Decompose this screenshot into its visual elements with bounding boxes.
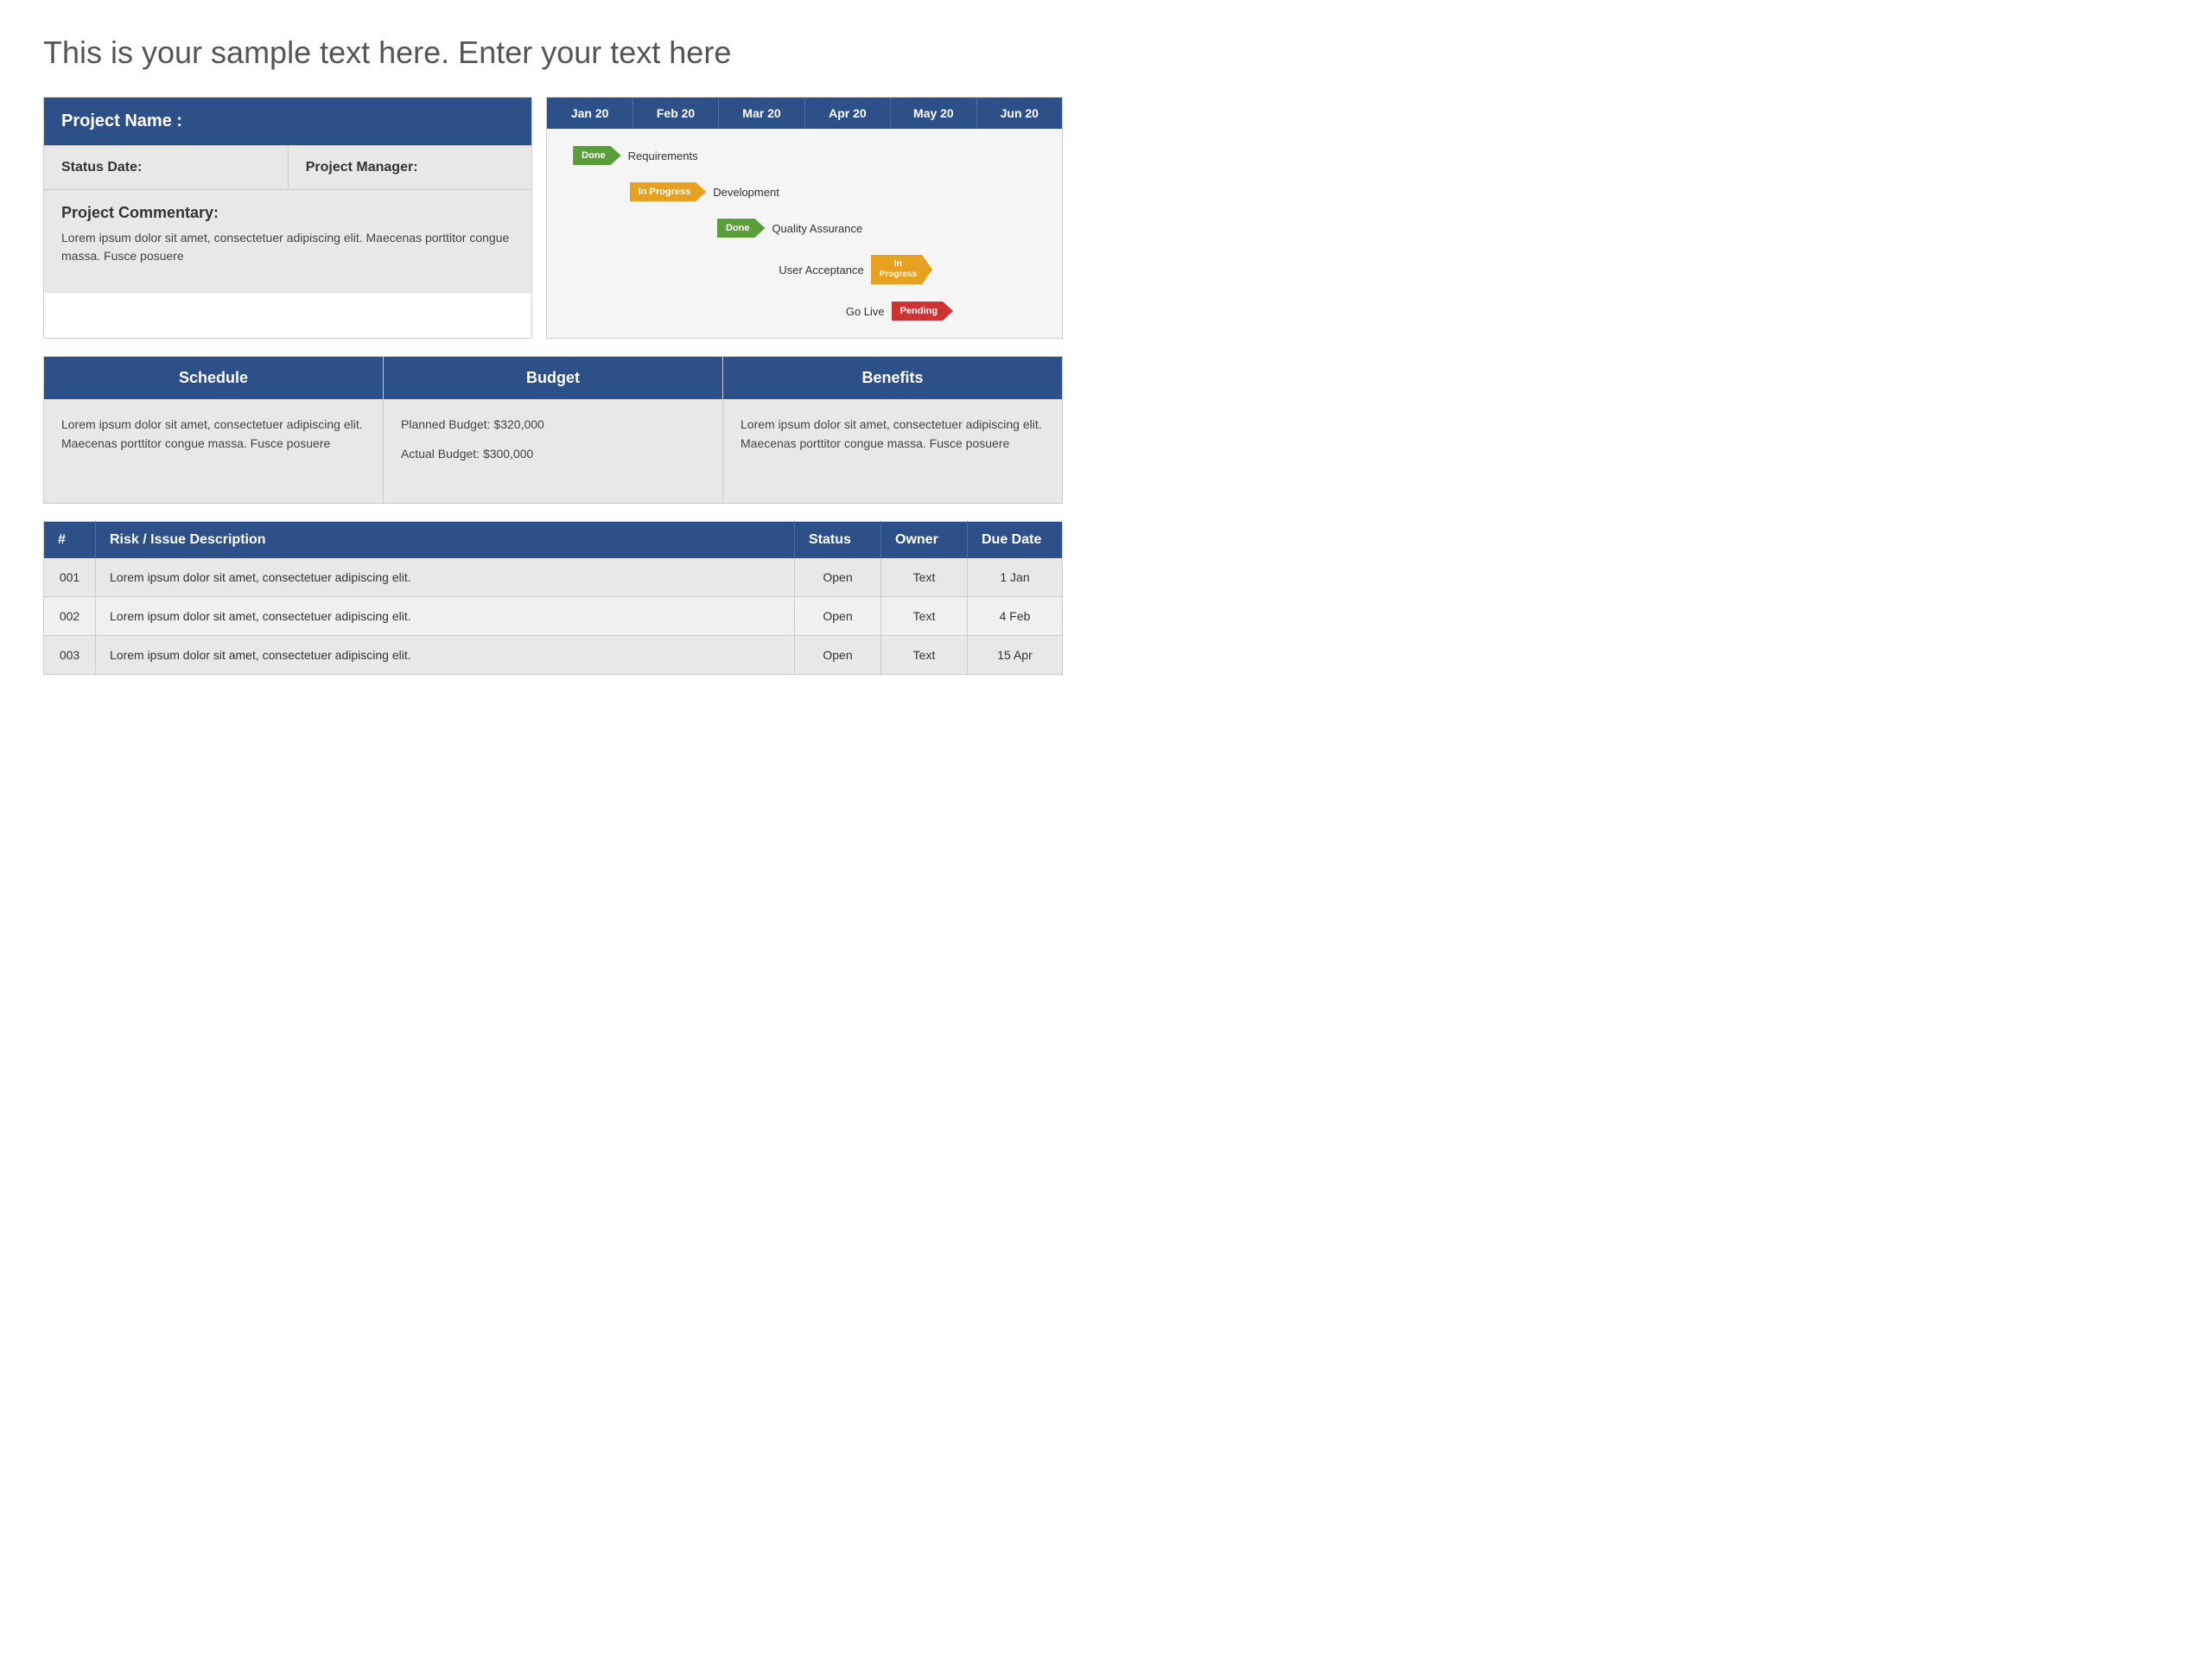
status-date-label: Status Date: xyxy=(61,160,142,175)
risk-desc: Lorem ipsum dolor sit amet, consectetuer… xyxy=(96,597,795,636)
status-date-cell: Status Date: xyxy=(44,146,289,189)
go-live-status-arrow: Pending xyxy=(892,302,953,321)
planned-budget: Planned Budget: $320,000 xyxy=(401,415,705,434)
gantt-body: Done Requirements In Progress Developmen… xyxy=(547,129,1062,338)
risk-status: Open xyxy=(795,558,881,597)
gantt-row-development: In Progress Development xyxy=(547,174,1062,210)
schedule-col: Schedule Lorem ipsum dolor sit amet, con… xyxy=(44,357,384,503)
benefits-header: Benefits xyxy=(723,357,1062,399)
risk-owner: Text xyxy=(881,597,968,636)
schedule-header: Schedule xyxy=(44,357,383,399)
col-header-due-date: Due Date xyxy=(968,522,1063,559)
commentary-text: Lorem ipsum dolor sit amet, consectetuer… xyxy=(61,229,514,265)
project-manager-label: Project Manager: xyxy=(306,160,418,175)
col-header-desc: Risk / Issue Description xyxy=(96,522,795,559)
top-section: Project Name : Status Date: Project Mana… xyxy=(43,97,1063,339)
risk-status: Open xyxy=(795,597,881,636)
risk-table: # Risk / Issue Description Status Owner … xyxy=(43,521,1063,675)
benefits-text: Lorem ipsum dolor sit amet, consectetuer… xyxy=(741,417,1042,450)
gantt-row-user-acceptance: User Acceptance InProgress xyxy=(547,246,1062,293)
schedule-body: Lorem ipsum dolor sit amet, consectetuer… xyxy=(44,399,383,503)
mid-section: Schedule Lorem ipsum dolor sit amet, con… xyxy=(43,356,1063,504)
go-live-label: Go Live xyxy=(846,305,885,318)
risk-num: 003 xyxy=(44,636,96,675)
gantt-month-mar: Mar 20 xyxy=(719,98,804,129)
qa-status-arrow: Done xyxy=(717,219,766,238)
col-header-owner: Owner xyxy=(881,522,968,559)
budget-col: Budget Planned Budget: $320,000 Actual B… xyxy=(384,357,723,503)
risk-desc: Lorem ipsum dolor sit amet, consectetuer… xyxy=(96,558,795,597)
gantt-row-qa: Done Quality Assurance xyxy=(547,210,1062,246)
gantt-row-go-live: Go Live Pending xyxy=(547,293,1062,329)
gantt-month-feb: Feb 20 xyxy=(633,98,719,129)
project-name-row: Project Name : xyxy=(44,98,531,145)
gantt-month-apr: Apr 20 xyxy=(805,98,891,129)
risk-due-date: 4 Feb xyxy=(968,597,1063,636)
schedule-text: Lorem ipsum dolor sit amet, consectetuer… xyxy=(61,417,363,450)
gantt-row-requirements: Done Requirements xyxy=(547,137,1062,174)
gantt-month-may: May 20 xyxy=(891,98,976,129)
risk-table-row: 001 Lorem ipsum dolor sit amet, consecte… xyxy=(44,558,1063,597)
commentary-title: Project Commentary: xyxy=(61,204,514,222)
actual-budget: Actual Budget: $300,000 xyxy=(401,444,705,463)
risk-owner: Text xyxy=(881,558,968,597)
col-header-num: # xyxy=(44,522,96,559)
page-title: This is your sample text here. Enter you… xyxy=(43,35,1063,71)
status-manager-row: Status Date: Project Manager: xyxy=(44,145,531,189)
risk-due-date: 1 Jan xyxy=(968,558,1063,597)
commentary-row: Project Commentary: Lorem ipsum dolor si… xyxy=(44,189,531,293)
development-label: Development xyxy=(713,186,779,199)
risk-due-date: 15 Apr xyxy=(968,636,1063,675)
qa-label: Quality Assurance xyxy=(772,222,862,235)
development-status-arrow: In Progress xyxy=(630,182,707,201)
risk-num: 001 xyxy=(44,558,96,597)
user-acceptance-label: User Acceptance xyxy=(779,264,863,276)
gantt-header: Jan 20 Feb 20 Mar 20 Apr 20 May 20 Jun 2… xyxy=(547,98,1062,129)
budget-body: Planned Budget: $320,000 Actual Budget: … xyxy=(384,399,722,503)
benefits-col: Benefits Lorem ipsum dolor sit amet, con… xyxy=(723,357,1062,503)
project-manager-cell: Project Manager: xyxy=(289,146,532,189)
left-panel: Project Name : Status Date: Project Mana… xyxy=(43,97,532,339)
risk-table-row: 003 Lorem ipsum dolor sit amet, consecte… xyxy=(44,636,1063,675)
requirements-label: Requirements xyxy=(628,149,698,162)
risk-table-row: 002 Lorem ipsum dolor sit amet, consecte… xyxy=(44,597,1063,636)
gantt-month-jan: Jan 20 xyxy=(547,98,632,129)
benefits-body: Lorem ipsum dolor sit amet, consectetuer… xyxy=(723,399,1062,503)
project-name-label: Project Name : xyxy=(61,111,182,130)
risk-status: Open xyxy=(795,636,881,675)
risk-owner: Text xyxy=(881,636,968,675)
col-header-status: Status xyxy=(795,522,881,559)
requirements-status-arrow: Done xyxy=(573,146,621,165)
gantt-chart: Jan 20 Feb 20 Mar 20 Apr 20 May 20 Jun 2… xyxy=(546,97,1063,339)
budget-header: Budget xyxy=(384,357,722,399)
gantt-month-jun: Jun 20 xyxy=(977,98,1062,129)
user-acceptance-status-arrow: InProgress xyxy=(871,255,932,284)
risk-num: 002 xyxy=(44,597,96,636)
risk-table-header-row: # Risk / Issue Description Status Owner … xyxy=(44,522,1063,559)
risk-desc: Lorem ipsum dolor sit amet, consectetuer… xyxy=(96,636,795,675)
